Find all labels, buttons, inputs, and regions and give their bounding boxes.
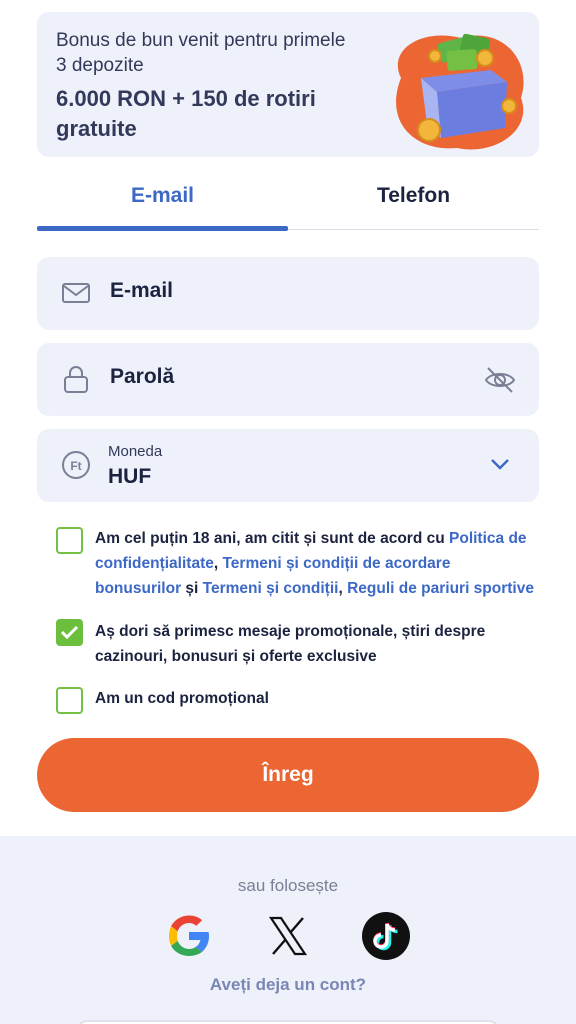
social-login-section: sau folosește Aveți deja un cont?: [0, 836, 576, 1024]
login-button[interactable]: [77, 1020, 499, 1024]
google-icon[interactable]: [164, 911, 214, 961]
signup-method-tabs: E-mail Telefon: [37, 168, 539, 232]
welcome-bonus-banner: Bonus de bun venit pentru primele 3 depo…: [37, 12, 539, 157]
bonus-subtitle: Bonus de bun venit pentru primele 3 depo…: [56, 30, 346, 76]
sports-rules-link[interactable]: Reguli de pariuri sportive: [347, 580, 534, 597]
have-account-link[interactable]: Aveți deja un cont?: [0, 975, 576, 995]
terms-sep-3: ,: [338, 580, 348, 597]
bonus-headline: 6.000 RON + 150 de rotiri gratuite: [56, 86, 316, 141]
currency-value: HUF: [108, 465, 152, 488]
mail-icon: [62, 283, 90, 303]
tab-email[interactable]: E-mail: [37, 168, 288, 224]
terms-conditions-link[interactable]: Termeni și condiții: [203, 580, 339, 597]
eye-off-icon[interactable]: [483, 363, 517, 397]
tiktok-icon[interactable]: [361, 911, 411, 961]
terms-sep-2: și: [181, 580, 203, 597]
email-field[interactable]: E-mail: [37, 257, 539, 330]
active-tab-indicator: [37, 226, 288, 231]
email-placeholder: E-mail: [110, 279, 174, 302]
tab-phone[interactable]: Telefon: [288, 168, 539, 224]
password-field[interactable]: Parolă: [37, 343, 539, 416]
or-use-text: sau folosește: [237, 876, 339, 895]
checkmark-icon: [60, 625, 79, 640]
terms-checkbox[interactable]: [56, 527, 83, 554]
chevron-down-icon: [491, 459, 509, 470]
password-placeholder: Parolă: [110, 365, 175, 388]
x-icon[interactable]: [263, 911, 313, 961]
lock-icon: [64, 366, 88, 393]
marketing-text: Aș dori să primesc mesaje promoționale, …: [95, 623, 486, 665]
promo-code-checkbox[interactable]: [56, 687, 83, 714]
money-box-icon: [396, 33, 524, 150]
promo-code-text: Am un cod promoțional: [95, 690, 269, 707]
register-button[interactable]: Înreg: [37, 738, 539, 812]
currency-select[interactable]: Ft Moneda HUF: [37, 429, 539, 502]
marketing-checkbox[interactable]: [56, 619, 83, 646]
terms-text-start: Am cel puțin 18 ani, am citit și sunt de…: [95, 530, 450, 547]
forint-icon: Ft: [62, 451, 90, 479]
currency-label: Moneda: [108, 443, 163, 460]
svg-text:Ft: Ft: [70, 459, 81, 473]
terms-text: Am cel puțin 18 ani, am citit și sunt de…: [95, 526, 540, 601]
